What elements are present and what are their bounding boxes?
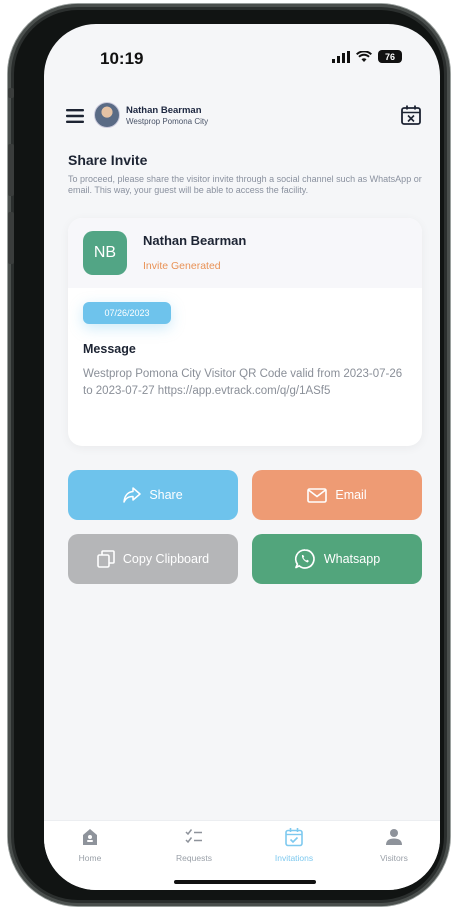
whatsapp-button[interactable]: Whatsapp [252, 534, 422, 584]
message-label: Message [83, 342, 136, 356]
date-badge: 07/26/2023 [83, 302, 171, 324]
menu-icon[interactable] [66, 108, 84, 124]
whatsapp-button-label: Whatsapp [323, 552, 381, 566]
nav-item-home[interactable]: Home [50, 827, 130, 863]
whatsapp-icon [294, 549, 315, 569]
app-screen: 10:19 76 Nathan Bearman Westprop Pomona … [44, 24, 440, 890]
calendar-close-icon[interactable] [400, 104, 422, 126]
guest-initials-avatar: NB [83, 231, 127, 275]
invite-card: NB Nathan Bearman Invite Generated 07/26… [68, 218, 422, 446]
volume-up-button [8, 144, 14, 196]
share-button-label: Share [149, 488, 183, 502]
user-name: Nathan Bearman [126, 105, 202, 116]
avatar[interactable] [94, 102, 120, 128]
checklist-icon [185, 829, 202, 844]
calendar-check-icon [285, 828, 303, 847]
email-button-label: Email [335, 488, 367, 502]
page-description: To proceed, please share the visitor inv… [68, 174, 422, 195]
wifi-icon [356, 50, 372, 62]
copy-clipboard-button[interactable]: Copy Clipboard [68, 534, 238, 584]
battery-icon: 76 [378, 50, 402, 63]
nav-label-visitors: Visitors [380, 853, 408, 863]
email-button[interactable]: Email [252, 470, 422, 520]
page-title: Share Invite [68, 152, 148, 168]
status-icons: 76 [332, 50, 402, 63]
signal-icon [332, 50, 350, 63]
volume-button [8, 88, 14, 98]
copy-icon [97, 550, 115, 568]
message-text: Westprop Pomona City Visitor QR Code val… [83, 368, 403, 397]
app-header: Nathan Bearman Westprop Pomona City [66, 100, 422, 134]
status-bar: 10:19 76 [44, 24, 440, 86]
nav-item-visitors[interactable]: Visitors [354, 827, 434, 863]
nav-label-invitations: Invitations [274, 853, 314, 863]
volume-down-button [8, 212, 14, 264]
nav-item-invitations[interactable]: Invitations [254, 827, 334, 863]
status-time: 10:19 [100, 49, 144, 68]
home-icon [83, 829, 97, 845]
guest-name: Nathan Bearman [143, 233, 247, 248]
mail-icon [307, 487, 328, 503]
invite-status: Invite Generated [143, 260, 221, 272]
share-icon [123, 487, 142, 503]
home-indicator [174, 880, 316, 884]
nav-item-requests[interactable]: Requests [154, 827, 234, 863]
nav-label-home: Home [78, 853, 102, 863]
person-icon [386, 829, 402, 845]
nav-label-requests: Requests [176, 853, 212, 863]
share-button[interactable]: Share [68, 470, 238, 520]
copy-button-label: Copy Clipboard [122, 552, 210, 566]
user-organization: Westprop Pomona City [126, 117, 209, 126]
